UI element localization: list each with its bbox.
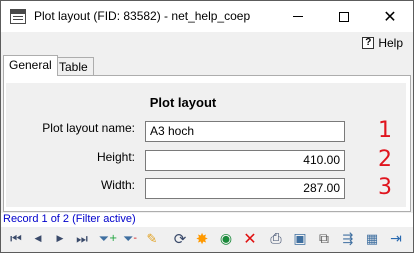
exit-icon[interactable]: ⇥ xyxy=(387,230,405,248)
tab-general[interactable]: General xyxy=(3,55,58,76)
width-input[interactable]: 287.00 xyxy=(145,178,345,199)
help-label: Help xyxy=(378,36,403,50)
tab-table[interactable]: Table xyxy=(53,57,94,76)
next-record-icon[interactable]: ▶ xyxy=(51,230,69,248)
edit-pencil-icon[interactable]: ✎ xyxy=(143,230,161,248)
general-tab-panel: Plot layout Plot layout name: A3 hoch 1 … xyxy=(3,75,411,212)
select-icon[interactable]: ▣ xyxy=(291,230,309,248)
form-title: Plot layout xyxy=(149,95,217,110)
copy-icon[interactable]: ⧉ xyxy=(315,230,333,248)
title-bar: Plot layout (FID: 83582) - net_help_coep… xyxy=(1,1,413,32)
table-form-icon xyxy=(10,9,26,24)
record-toolbar: ⏮ ◀ ▶ ⏭ ⏷ + ⏷ - ✎ ⟳ ✸ ◉ ✕ ⎙ ▣ ⧉ ⇶ ▦ ⇥ xyxy=(1,227,413,252)
height-input[interactable]: 410.00 xyxy=(145,150,345,171)
first-record-icon[interactable]: ⏮ xyxy=(7,230,25,248)
plot-layout-name-input[interactable]: A3 hoch xyxy=(145,121,345,142)
record-status-text: Record 1 of 2 (Filter active) xyxy=(3,213,136,225)
star-icon[interactable]: ✸ xyxy=(193,230,211,248)
menu-bar: ? Help xyxy=(1,32,413,55)
close-button[interactable]: ✕ xyxy=(367,1,413,32)
remove-filter-icon[interactable]: ⏷ - xyxy=(121,230,139,248)
record-status-bar: Record 1 of 2 (Filter active) xyxy=(1,213,413,227)
plot-layout-name-label: Plot layout name: xyxy=(42,121,135,135)
minimize-button[interactable] xyxy=(275,1,321,32)
minimize-icon xyxy=(293,16,303,17)
delete-icon[interactable]: ✕ xyxy=(241,230,259,248)
marker-3: 3 xyxy=(378,175,392,200)
print-icon[interactable]: ⎙ xyxy=(267,230,285,248)
previous-record-icon[interactable]: ◀ xyxy=(29,230,47,248)
move-icon[interactable]: ⇶ xyxy=(339,230,357,248)
help-icon: ? xyxy=(362,37,375,49)
height-label: Height: xyxy=(96,150,135,164)
add-filter-icon[interactable]: ⏷ + xyxy=(99,230,118,248)
window-title: Plot layout (FID: 83582) - net_help_coep xyxy=(34,9,251,23)
last-record-icon[interactable]: ⏭ xyxy=(73,230,91,248)
table-icon[interactable]: ▦ xyxy=(363,230,381,248)
width-label: Width: xyxy=(100,178,135,192)
form-area: Plot layout Plot layout name: A3 hoch 1 … xyxy=(6,83,406,207)
marker-2: 2 xyxy=(378,147,392,172)
marker-1: 1 xyxy=(378,118,392,143)
maximize-icon xyxy=(339,11,349,22)
refresh-icon[interactable]: ⟳ xyxy=(171,230,189,248)
dialog-window: Plot layout (FID: 83582) - net_help_coep… xyxy=(0,0,414,253)
zoom-to-feature-icon[interactable]: ◉ xyxy=(217,230,235,248)
close-icon: ✕ xyxy=(383,6,397,26)
maximize-button[interactable] xyxy=(321,1,367,32)
help-menu[interactable]: ? Help xyxy=(362,36,403,50)
